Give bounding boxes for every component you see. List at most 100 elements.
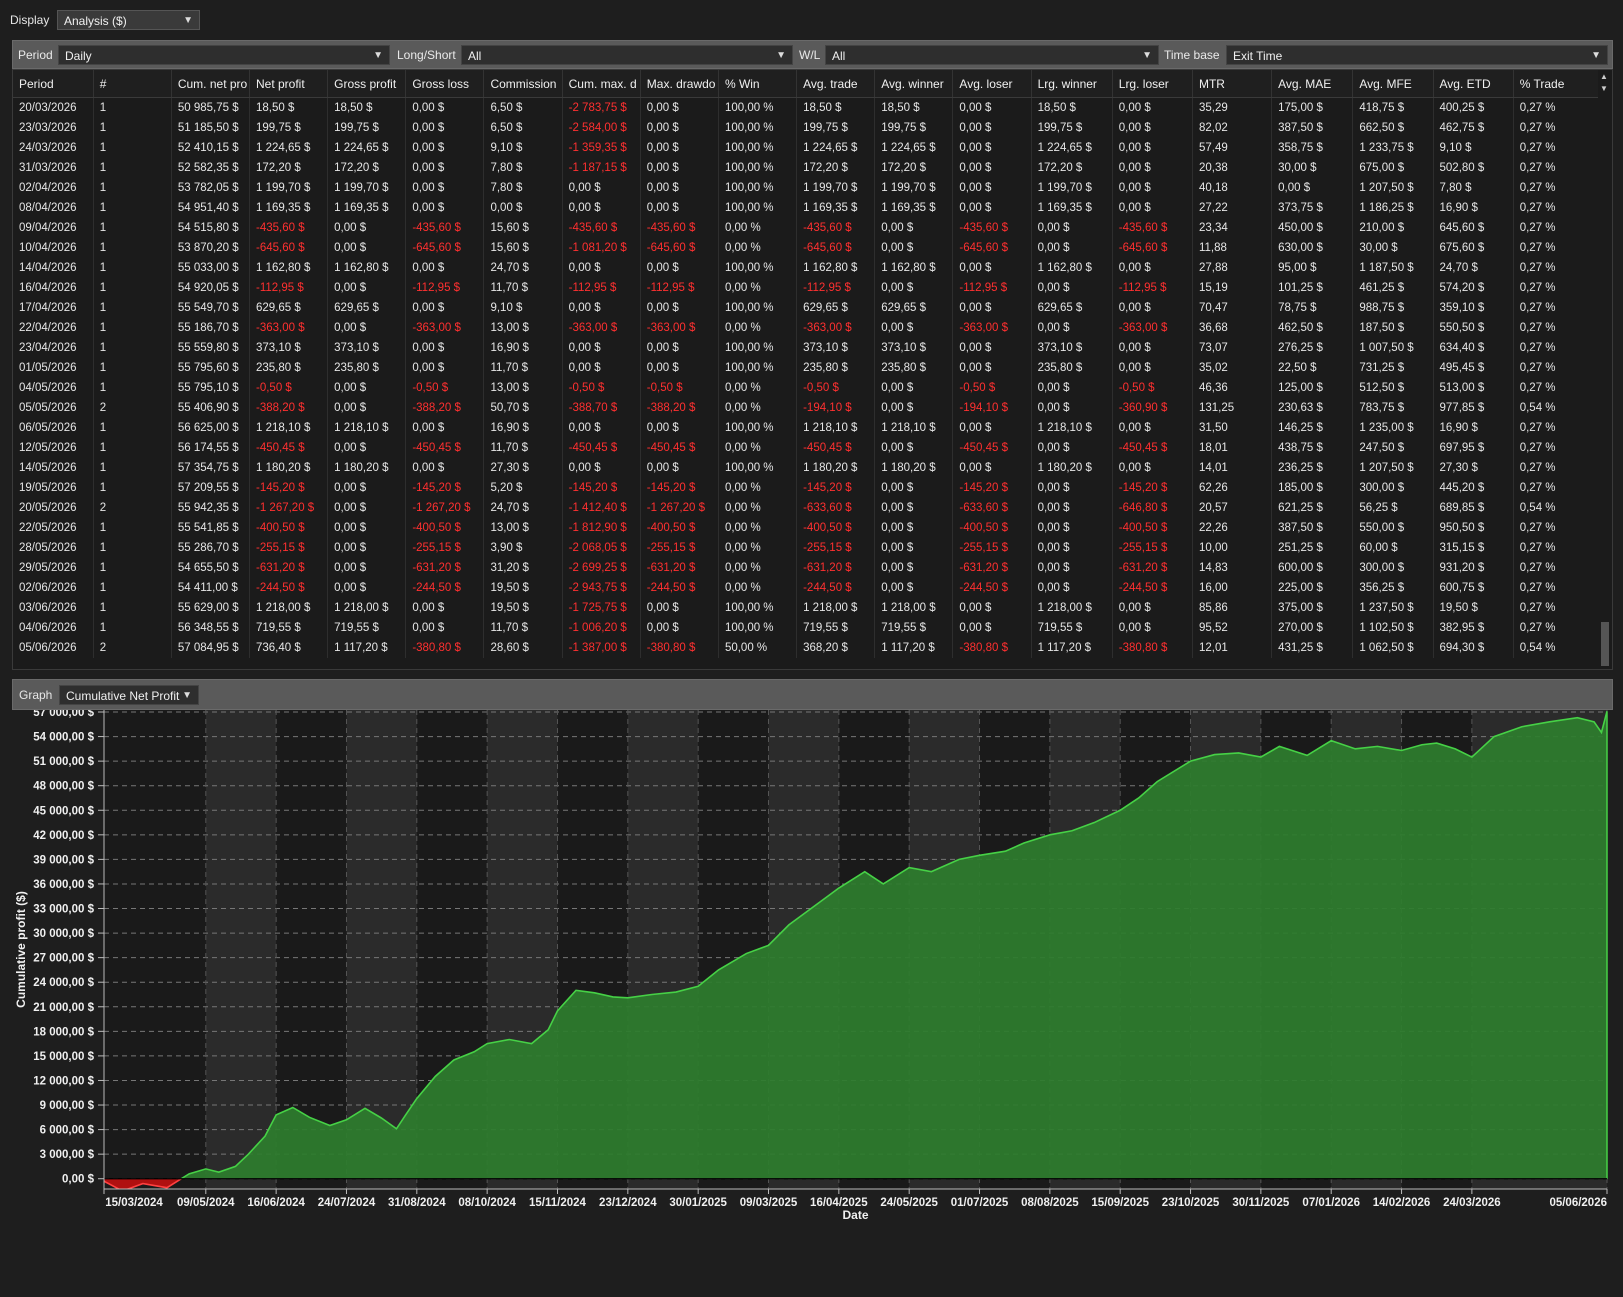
table-cell: 0,00 $ (1112, 458, 1193, 478)
table-cell: -380,80 $ (1112, 638, 1193, 658)
table-row[interactable]: 14/05/2026 1 57 354,75 $1 180,20 $1 180,20… (13, 458, 1600, 478)
table-cell: 1 187,50 $ (1352, 258, 1434, 278)
table-row[interactable]: 14/04/2026 1 55 033,00 $1 162,80 $1 162,80… (13, 258, 1600, 278)
column-header[interactable]: Period (13, 70, 94, 98)
display-select[interactable]: Analysis ($) ▼ (57, 10, 200, 30)
table-cell: 15,60 $ (483, 238, 563, 258)
x-tick-label: 16/06/2024 (247, 1197, 305, 1209)
table-cell: 0,00 $ (874, 558, 954, 578)
table-cell: -388,70 $ (562, 398, 641, 418)
column-header[interactable]: Avg. MAE (1271, 70, 1354, 98)
table-cell: 0,00 $ (327, 438, 407, 458)
column-header[interactable]: Gross profit (327, 70, 407, 98)
scroll-down-icon[interactable]: ▼ (1600, 84, 1608, 93)
column-header[interactable]: MTR (1192, 70, 1273, 98)
table-cell: 16,00 (1192, 578, 1273, 598)
column-header[interactable]: Avg. ETD (1433, 70, 1514, 98)
table-row[interactable]: 03/06/2026 1 55 629,00 $1 218,00 $1 218,00… (13, 598, 1600, 618)
table-cell: 1 169,35 $ (1031, 198, 1113, 218)
table-cell: 662,50 $ (1352, 118, 1434, 138)
column-header[interactable]: Avg. loser (952, 70, 1032, 98)
table-scrollbar[interactable]: ▲ ▼ (1598, 70, 1612, 669)
table-cell: 1 (93, 598, 172, 618)
column-header[interactable]: Cum. max. d (562, 70, 641, 98)
x-tick-label: 15/09/2025 (1091, 1197, 1149, 1209)
column-header[interactable]: Cum. net pro (171, 70, 251, 98)
table-row[interactable]: 29/05/2026 1 54 655,50 $ -631,20 $0,00 $ -63… (13, 558, 1600, 578)
time-base-select[interactable]: Exit Time ▼ (1226, 45, 1608, 65)
wl-select[interactable]: All ▼ (825, 45, 1159, 65)
table-cell: -112,95 $ (796, 278, 876, 298)
analysis-table: Period # Cum. net pro Net profit Gross profi… (13, 70, 1600, 658)
table-cell: -435,60 $ (796, 218, 876, 238)
table-row[interactable]: 31/03/2026 1 52 582,35 $172,20 $172,20 $0,… (13, 158, 1600, 178)
column-header[interactable]: Gross loss (405, 70, 485, 98)
table-row[interactable]: 22/05/2026 1 55 541,85 $ -400,50 $0,00 $ -40… (13, 518, 1600, 538)
table-row[interactable]: 10/04/2026 1 53 870,20 $ -645,60 $0,00 $ -64… (13, 238, 1600, 258)
table-row[interactable]: 06/05/2026 1 56 625,00 $1 218,10 $1 218,10… (13, 418, 1600, 438)
long-short-select[interactable]: All ▼ (461, 45, 793, 65)
y-tick-label: 39 000,00 $ (33, 854, 94, 866)
table-cell: 14,83 (1192, 558, 1273, 578)
table-cell: 358,75 $ (1271, 138, 1354, 158)
table-row[interactable]: 04/06/2026 1 56 348,55 $719,55 $719,55 $0,… (13, 618, 1600, 638)
table-cell: 0,00 % (718, 498, 798, 518)
period-select[interactable]: Daily ▼ (58, 45, 390, 65)
table-cell: -450,45 $ (405, 438, 485, 458)
table-cell: 719,55 $ (874, 618, 954, 638)
table-row[interactable]: 02/06/2026 1 54 411,00 $ -244,50 $0,00 $ -24… (13, 578, 1600, 598)
table-cell: 315,15 $ (1433, 538, 1514, 558)
display-label: Display (10, 13, 50, 27)
table-cell: 0,00 $ (405, 97, 485, 118)
table-cell: -145,20 $ (640, 478, 719, 498)
graph-select[interactable]: Cumulative Net Profit ▼ (59, 685, 199, 705)
table-row[interactable]: 01/05/2026 1 55 795,60 $235,80 $235,80 $0,… (13, 358, 1600, 378)
table-cell: -363,00 $ (405, 318, 485, 338)
scrollbar-thumb[interactable] (1601, 622, 1609, 666)
table-row[interactable]: 22/04/2026 1 55 186,70 $ -363,00 $0,00 $ -36… (13, 318, 1600, 338)
table-row[interactable]: 23/03/2026 1 51 185,50 $199,75 $199,75 $0,… (13, 118, 1600, 138)
table-row[interactable]: 05/05/2026 2 55 406,90 $ -388,20 $0,00 $ -38… (13, 398, 1600, 418)
column-header[interactable]: Avg. trade (796, 70, 876, 98)
period-select-value: Daily (65, 49, 92, 63)
table-cell: 270,00 $ (1271, 618, 1354, 638)
table-row[interactable]: 20/05/2026 2 55 942,35 $ -1 267,20 $0,00 $ -… (13, 498, 1600, 518)
table-cell: 0,00 $ (1031, 578, 1113, 598)
table-row[interactable]: 16/04/2026 1 54 920,05 $ -112,95 $0,00 $ -11… (13, 278, 1600, 298)
column-header[interactable]: Max. drawdo (640, 70, 719, 98)
table-cell: 1 (93, 378, 172, 398)
table-row[interactable]: 05/06/2026 2 57 084,95 $736,40 $1 117,20 $… (13, 638, 1600, 658)
column-header[interactable]: Net profit (249, 70, 329, 98)
table-row[interactable]: 04/05/2026 1 55 795,10 $ -0,50 $0,00 $ -0,50… (13, 378, 1600, 398)
table-cell: -244,50 $ (249, 578, 329, 598)
column-header[interactable]: Commission (483, 70, 563, 98)
table-cell: 15,19 (1192, 278, 1273, 298)
table-cell: 0,00 $ (874, 398, 954, 418)
column-header[interactable]: % Trade (1513, 70, 1600, 98)
table-row[interactable]: 23/04/2026 1 55 559,80 $373,10 $373,10 $0,… (13, 338, 1600, 358)
table-cell: 1 218,00 $ (874, 598, 954, 618)
table-row[interactable]: 08/04/2026 1 54 951,40 $1 169,35 $1 169,35… (13, 198, 1600, 218)
table-row[interactable]: 20/03/2026 1 50 985,75 $18,50 $18,50 $0,00… (13, 97, 1600, 118)
table-cell: 57 354,75 $ (171, 458, 251, 478)
table-row[interactable]: 17/04/2026 1 55 549,70 $629,65 $629,65 $0,… (13, 298, 1600, 318)
column-header[interactable]: Avg. MFE (1352, 70, 1434, 98)
table-cell: 172,20 $ (249, 158, 329, 178)
table-cell: 462,50 $ (1271, 318, 1354, 338)
table-cell: 08/04/2026 (13, 198, 94, 218)
column-header[interactable]: Lrg. loser (1112, 70, 1193, 98)
table-row[interactable]: 19/05/2026 1 57 209,55 $ -145,20 $0,00 $ -14… (13, 478, 1600, 498)
scroll-up-icon[interactable]: ▲ (1600, 72, 1608, 81)
table-row[interactable]: 24/03/2026 1 52 410,15 $1 224,65 $1 224,65… (13, 138, 1600, 158)
table-row[interactable]: 28/05/2026 1 55 286,70 $ -255,15 $0,00 $ -25… (13, 538, 1600, 558)
table-cell: -194,10 $ (796, 398, 876, 418)
table-row[interactable]: 09/04/2026 1 54 515,80 $ -435,60 $0,00 $ -43… (13, 218, 1600, 238)
table-cell: 0,00 $ (405, 338, 485, 358)
table-cell: 783,75 $ (1352, 398, 1434, 418)
column-header[interactable]: Lrg. winner (1031, 70, 1113, 98)
column-header[interactable]: Avg. winner (874, 70, 954, 98)
column-header[interactable]: # (93, 70, 172, 98)
table-row[interactable]: 12/05/2026 1 56 174,55 $ -450,45 $0,00 $ -45… (13, 438, 1600, 458)
table-row[interactable]: 02/04/2026 1 53 782,05 $1 199,70 $1 199,70… (13, 178, 1600, 198)
column-header[interactable]: % Win (718, 70, 798, 98)
